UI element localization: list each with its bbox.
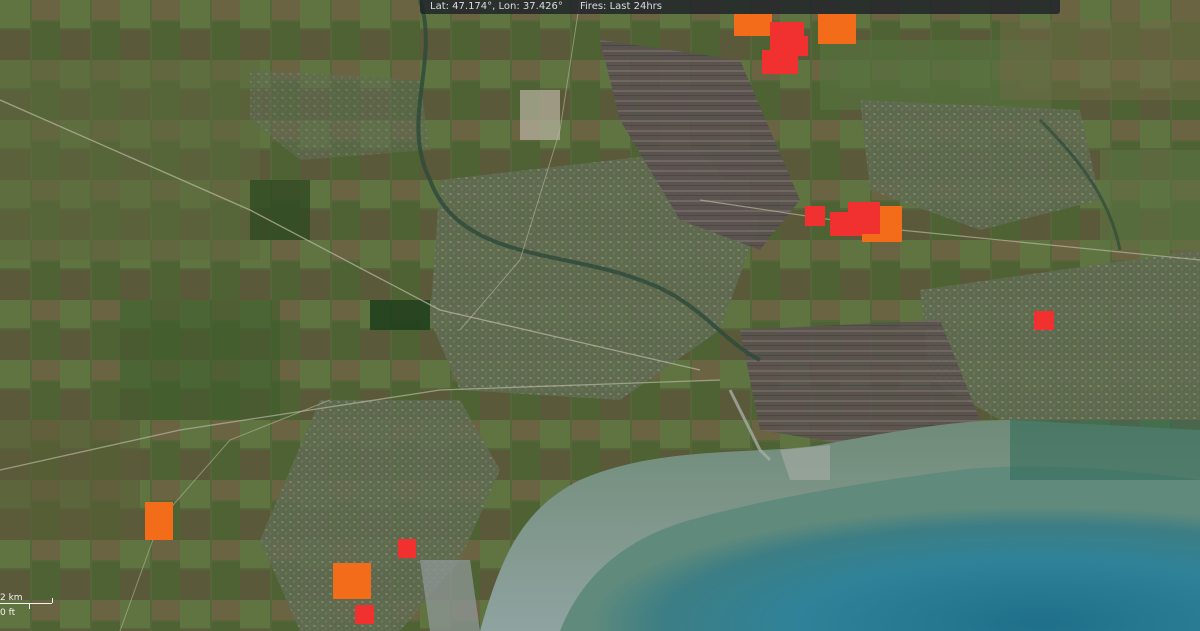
cursor-coordinates: Lat: 47.174°, Lon: 37.426° (430, 1, 563, 12)
fire-marker[interactable] (805, 206, 825, 226)
scale-km-label: 2 km (0, 593, 23, 603)
fire-marker[interactable] (848, 202, 880, 234)
fire-marker[interactable] (398, 539, 416, 558)
fire-marker[interactable] (790, 36, 808, 56)
map-scale-bar: 2 km 0 ft (0, 591, 56, 621)
fires-time-filter[interactable]: Fires: Last 24hrs (580, 2, 662, 12)
map-info-bar: Lat: 47.174°, Lon: 37.426° Fires: Last 2… (420, 0, 1060, 14)
scale-ft-label: 0 ft (0, 608, 16, 618)
fire-marker[interactable] (145, 502, 173, 540)
fire-marker[interactable] (818, 14, 856, 44)
fire-marker[interactable] (1034, 311, 1054, 330)
fire-marker[interactable] (355, 605, 374, 624)
satellite-map[interactable]: Lat: 47.174°, Lon: 37.426° Fires: Last 2… (0, 0, 1200, 631)
fire-marker[interactable] (333, 563, 371, 599)
scale-km-line (0, 598, 53, 604)
map-imagery (0, 0, 1200, 631)
fire-marker[interactable] (734, 14, 772, 36)
